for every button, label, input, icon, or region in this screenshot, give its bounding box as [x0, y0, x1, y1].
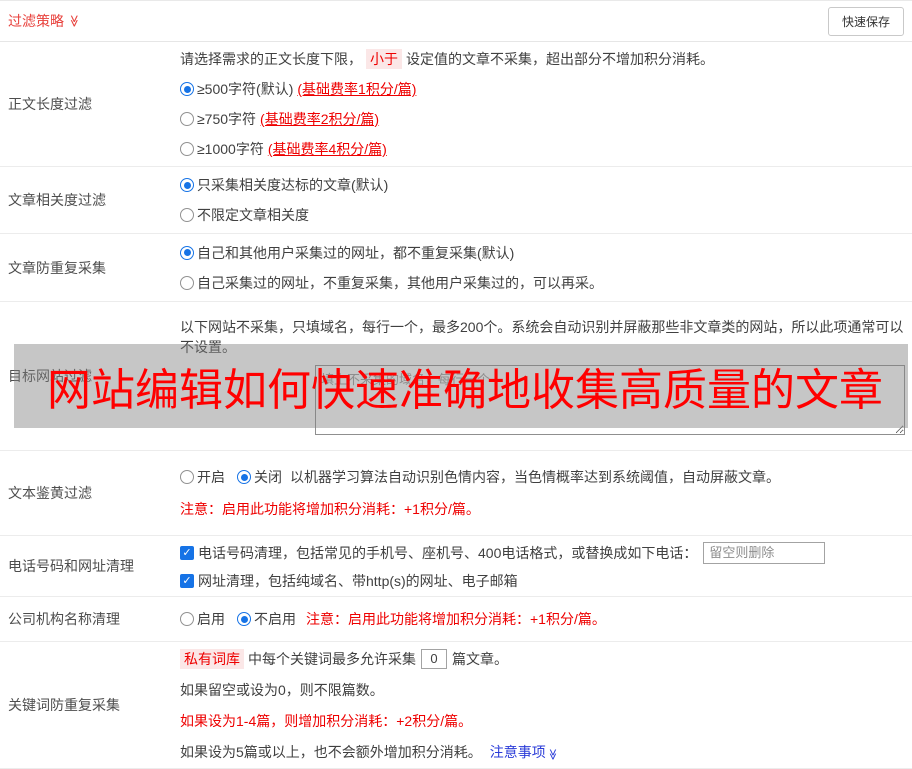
- radio-porn-on[interactable]: [180, 470, 194, 484]
- radio-relevance-any[interactable]: [180, 208, 194, 222]
- target-site-desc: 以下网站不采集，只填域名，每行一个，最多200个。系统会自动识别并屏蔽那些非文章…: [180, 317, 905, 357]
- radio-length-500[interactable]: [180, 82, 194, 96]
- option-label: 不启用: [254, 609, 296, 629]
- option-label: 自己和其他用户采集过的网址，都不重复采集(默认): [197, 243, 514, 263]
- option-label: 启用: [197, 609, 225, 629]
- radio-porn-off[interactable]: [237, 470, 251, 484]
- option-label: 开启: [197, 467, 225, 487]
- option-label: ≥500字符(默认): [197, 79, 293, 99]
- radio-relevance-strict[interactable]: [180, 178, 194, 192]
- company-clean-options: 启用 不启用 注意：启用此功能将增加积分消耗：+1积分/篇。: [180, 609, 904, 629]
- row-relevance-filter: 文章相关度过滤 只采集相关度达标的文章(默认) 不限定文章相关度: [0, 167, 912, 234]
- dedup-option-all-users: 自己和其他用户采集过的网址，都不重复采集(默认): [180, 243, 904, 263]
- checkbox-label: 电话号码清理，包括常见的手机号、座机号、400电话格式，或替换成如下电话：: [198, 543, 697, 563]
- radio-dedup-self-only[interactable]: [180, 276, 194, 290]
- url-clean-line: 网址清理，包括纯域名、带http(s)的网址、电子邮箱: [180, 571, 904, 591]
- option-label: ≥1000字符: [197, 139, 264, 159]
- row-label: 关键词防重复采集: [0, 642, 180, 768]
- keyword-limit-line: 私有词库 中每个关键词最多允许采集 篇文章。: [180, 649, 904, 669]
- radio-dedup-all-users[interactable]: [180, 246, 194, 260]
- option-label: 只采集相关度达标的文章(默认): [197, 175, 388, 195]
- row-label: 目标网站过滤: [0, 302, 180, 450]
- option-label: 自己采集过的网址，不重复采集，其他用户采集过的，可以再采。: [197, 273, 603, 293]
- row-phone-url-clean: 电话号码和网址清理 电话号码清理，包括常见的手机号、座机号、400电话格式，或替…: [0, 536, 912, 597]
- length-option-500: ≥500字符(默认) (基础费率1积分/篇): [180, 79, 904, 99]
- row-label: 电话号码和网址清理: [0, 536, 180, 596]
- option-label: 不限定文章相关度: [197, 205, 309, 225]
- row-target-site-filter: 目标网站过滤 以下网站不采集，只填域名，每行一个，最多200个。系统会自动识别并…: [0, 302, 912, 451]
- keyword-limit-input[interactable]: [421, 649, 447, 669]
- radio-length-1000[interactable]: [180, 142, 194, 156]
- length-filter-intro: 请选择需求的正文长度下限，小于设定值的文章不采集，超出部分不增加积分消耗。: [180, 49, 904, 69]
- row-keyword-dedup: 关键词防重复采集 私有词库 中每个关键词最多允许采集 篇文章。 如果留空或设为0…: [0, 642, 912, 769]
- relevance-option-strict: 只采集相关度达标的文章(默认): [180, 175, 904, 195]
- notice-link[interactable]: 注意事项≫: [490, 742, 558, 762]
- top-bar: 过滤策略 ≫ 快速保存: [0, 1, 912, 42]
- filter-strategy-page: 过滤策略 ≫ 快速保存 正文长度过滤 请选择需求的正文长度下限，小于设定值的文章…: [0, 0, 912, 768]
- keyword-note-1-4: 如果设为1-4篇，则增加积分消耗：+2积分/篇。: [180, 711, 904, 731]
- option-label: ≥750字符: [197, 109, 256, 129]
- chevron-down-icon: ≫: [546, 748, 557, 760]
- row-label: 文章防重复采集: [0, 234, 180, 301]
- page-title-toggle[interactable]: 过滤策略 ≫: [8, 11, 81, 31]
- row-label: 正文长度过滤: [0, 42, 180, 166]
- chevron-down-icon: ≫: [68, 15, 80, 28]
- porn-filter-desc: 以机器学习算法自动识别色情内容，当色情概率达到系统阈值，自动屏蔽文章。: [290, 467, 780, 487]
- checkbox-label: 网址清理，包括纯域名、带http(s)的网址、电子邮箱: [198, 571, 518, 591]
- row-label: 公司机构名称清理: [0, 597, 180, 641]
- dedup-option-self-only: 自己采集过的网址，不重复采集，其他用户采集过的，可以再采。: [180, 273, 904, 293]
- length-option-1000: ≥1000字符 (基础费率4积分/篇): [180, 139, 904, 159]
- checkbox-phone-clean[interactable]: [180, 546, 194, 560]
- row-body-length-filter: 正文长度过滤 请选择需求的正文长度下限，小于设定值的文章不采集，超出部分不增加积…: [0, 42, 912, 167]
- private-lexicon-highlight: 私有词库: [180, 649, 244, 669]
- relevance-option-any: 不限定文章相关度: [180, 205, 904, 225]
- option-label: 关闭: [254, 467, 282, 487]
- row-porn-filter: 文本鉴黄过滤 开启 关闭 以机器学习算法自动识别色情内容，当色情概率达到系统阈值…: [0, 451, 912, 536]
- length-option-750: ≥750字符 (基础费率2积分/篇): [180, 109, 904, 129]
- quick-save-button[interactable]: 快速保存: [828, 7, 904, 36]
- blocked-domains-textarea[interactable]: [315, 365, 905, 435]
- page-title: 过滤策略: [8, 11, 64, 31]
- checkbox-url-clean[interactable]: [180, 574, 194, 588]
- radio-company-off[interactable]: [237, 612, 251, 626]
- row-label: 文本鉴黄过滤: [0, 451, 180, 535]
- less-than-highlight: 小于: [366, 49, 402, 69]
- option-fee: (基础费率4积分/篇): [268, 139, 387, 159]
- radio-company-on[interactable]: [180, 612, 194, 626]
- company-clean-note: 注意：启用此功能将增加积分消耗：+1积分/篇。: [306, 609, 606, 629]
- replacement-phone-input[interactable]: [703, 542, 825, 564]
- row-label: 文章相关度过滤: [0, 167, 180, 233]
- row-dedup-collect: 文章防重复采集 自己和其他用户采集过的网址，都不重复采集(默认) 自己采集过的网…: [0, 234, 912, 302]
- option-fee: (基础费率2积分/篇): [260, 109, 379, 129]
- option-fee: (基础费率1积分/篇): [297, 79, 416, 99]
- row-company-clean: 公司机构名称清理 启用 不启用 注意：启用此功能将增加积分消耗：+1积分/篇。: [0, 597, 912, 642]
- keyword-note-zero: 如果留空或设为0，则不限篇数。: [180, 680, 904, 700]
- phone-clean-line: 电话号码清理，包括常见的手机号、座机号、400电话格式，或替换成如下电话：: [180, 542, 904, 564]
- porn-filter-options: 开启 关闭 以机器学习算法自动识别色情内容，当色情概率达到系统阈值，自动屏蔽文章…: [180, 467, 904, 487]
- porn-filter-note: 注意：启用此功能将增加积分消耗：+1积分/篇。: [180, 499, 904, 519]
- keyword-note-5plus: 如果设为5篇或以上，也不会额外增加积分消耗。 注意事项≫: [180, 742, 904, 762]
- radio-length-750[interactable]: [180, 112, 194, 126]
